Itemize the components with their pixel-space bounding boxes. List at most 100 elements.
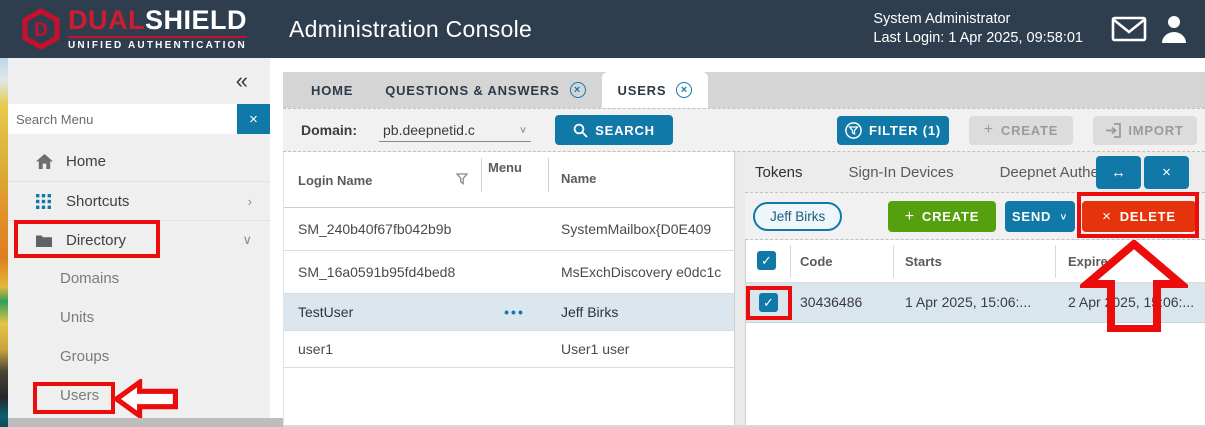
mail-icon[interactable] bbox=[1111, 16, 1147, 42]
search-button-label: SEARCH bbox=[595, 123, 655, 138]
tab-tokens[interactable]: Tokens bbox=[755, 164, 803, 181]
send-token-button[interactable]: SEND ∨ bbox=[1005, 201, 1075, 232]
folder-icon bbox=[36, 234, 54, 247]
tab-deepnet-authenticator[interactable]: Deepnet Authe bbox=[1000, 164, 1099, 181]
filter-icon bbox=[845, 122, 862, 139]
login-name-cell: TestUser bbox=[298, 304, 353, 320]
plus-icon: + bbox=[984, 121, 994, 139]
column-header-starts[interactable]: Starts bbox=[905, 254, 942, 269]
tab-home[interactable]: HOME bbox=[295, 72, 369, 108]
token-row-selected[interactable]: ✓ 30436486 1 Apr 2025, 15:06:... 2 Apr 2… bbox=[746, 283, 1205, 323]
brand-wordmark: DUALSHIELD bbox=[68, 7, 247, 34]
domain-label: Domain: bbox=[301, 122, 357, 138]
delete-x-icon: × bbox=[1102, 208, 1112, 225]
tab-label: HOME bbox=[311, 83, 353, 98]
brand-text: DUALSHIELD UNIFIED AUTHENTICATION bbox=[68, 7, 247, 51]
sidebar-item-label: Domains bbox=[60, 270, 119, 287]
close-panel-button[interactable]: × bbox=[1144, 156, 1189, 189]
chevron-down-icon: ∨ bbox=[242, 232, 252, 248]
column-filter-icon[interactable] bbox=[456, 173, 468, 186]
tokens-table-header: ✓ Code Starts Expires bbox=[746, 240, 1205, 283]
tokens-action-bar: Jeff Birks + CREATE SEND ∨ × DELETE bbox=[745, 192, 1205, 240]
import-button[interactable]: IMPORT bbox=[1093, 116, 1197, 145]
domain-value: pb.deepnetid.c bbox=[383, 122, 475, 138]
page-title: Administration Console bbox=[289, 16, 532, 43]
sidebar-item-domains[interactable]: Domains bbox=[8, 259, 270, 298]
column-header-expires[interactable]: Expires bbox=[1068, 254, 1115, 269]
brand-tagline: UNIFIED AUTHENTICATION bbox=[68, 36, 247, 51]
brand-dual: DUAL bbox=[68, 5, 145, 35]
name-cell: SystemMailbox{D0E409 bbox=[561, 221, 729, 237]
users-toolbar: Domain: pb.deepnetid.c ∨ SEARCH FI bbox=[283, 108, 1205, 152]
sidebar-item-home[interactable]: Home bbox=[8, 142, 270, 181]
expand-panel-button[interactable]: ↔ bbox=[1096, 156, 1141, 189]
sidebar-item-label: Users bbox=[60, 387, 99, 404]
dualshield-logo: D DUALSHIELD UNIFIED AUTHENTICATION bbox=[22, 7, 247, 51]
tab-sign-in-devices[interactable]: Sign-In Devices bbox=[849, 164, 954, 181]
brand-shield: SHIELD bbox=[145, 5, 247, 35]
search-button[interactable]: SEARCH bbox=[555, 115, 673, 145]
create-token-button[interactable]: + CREATE bbox=[888, 201, 996, 232]
chevron-right-icon: › bbox=[248, 194, 252, 209]
tab-close-icon[interactable]: × bbox=[676, 82, 692, 98]
token-code-cell: 30436486 bbox=[800, 294, 862, 310]
home-icon bbox=[36, 154, 54, 169]
tab-label: QUESTIONS & ANSWERS bbox=[385, 83, 559, 98]
panel-divider bbox=[735, 152, 745, 427]
row-menu-dots[interactable]: ••• bbox=[481, 304, 548, 320]
import-icon bbox=[1106, 123, 1121, 138]
chevron-down-icon: ∨ bbox=[1059, 211, 1068, 221]
sidebar-item-shortcuts[interactable]: Shortcuts › bbox=[8, 181, 270, 220]
user-row[interactable]: SM_240b40f67fb042b9b SystemMailbox{D0E40… bbox=[284, 208, 734, 251]
plus-icon: + bbox=[905, 208, 915, 226]
tokens-table: ✓ Code Starts Expires ✓ 30436486 1 Apr 2… bbox=[745, 240, 1205, 425]
user-row[interactable]: SM_16a0591b95fd4bed8 MsExchDiscovery e0d… bbox=[284, 251, 734, 294]
login-name-cell: user1 bbox=[298, 341, 333, 357]
user-account-icon[interactable] bbox=[1159, 14, 1189, 44]
sidebar-search-row: × bbox=[8, 104, 270, 134]
users-table: Login Name Menu Name SM_240b40f67fb042b9… bbox=[283, 152, 735, 425]
user-row-selected[interactable]: TestUser ••• Jeff Birks bbox=[284, 294, 734, 331]
filter-button[interactable]: FILTER (1) bbox=[837, 116, 949, 145]
grid-icon bbox=[36, 194, 54, 209]
column-header-menu: Menu bbox=[488, 160, 522, 175]
column-divider bbox=[481, 158, 482, 192]
import-button-label: IMPORT bbox=[1128, 123, 1183, 138]
column-header-name[interactable]: Name bbox=[561, 171, 596, 186]
name-cell: MsExchDiscovery e0dc1c bbox=[561, 264, 729, 280]
users-table-header: Login Name Menu Name bbox=[284, 152, 734, 208]
last-login: Last Login: 1 Apr 2025, 09:58:01 bbox=[873, 29, 1083, 48]
user-chip[interactable]: Jeff Birks bbox=[753, 202, 842, 231]
column-header-login-name[interactable]: Login Name bbox=[298, 173, 372, 188]
sidebar-item-users[interactable]: Users bbox=[8, 376, 270, 415]
tab-close-icon[interactable]: × bbox=[570, 82, 586, 98]
hexagon-logo-icon: D bbox=[22, 8, 60, 50]
sidebar-collapse-row: « bbox=[8, 58, 270, 104]
create-user-button[interactable]: + CREATE bbox=[969, 116, 1073, 145]
domain-dropdown[interactable]: pb.deepnetid.c ∨ bbox=[379, 119, 531, 142]
delete-token-label: DELETE bbox=[1120, 209, 1176, 224]
column-header-code[interactable]: Code bbox=[800, 254, 833, 269]
filter-button-label: FILTER (1) bbox=[869, 123, 941, 138]
sidebar-bottom-strip bbox=[8, 418, 283, 427]
main-content: HOME QUESTIONS & ANSWERS × USERS × Domai… bbox=[283, 58, 1205, 427]
sidebar-item-directory[interactable]: Directory ∨ bbox=[8, 220, 270, 259]
sidebar-item-groups[interactable]: Groups bbox=[8, 337, 270, 376]
detail-tab-bar: Tokens Sign-In Devices Deepnet Authe ↔ × bbox=[745, 152, 1205, 192]
token-starts-cell: 1 Apr 2025, 15:06:... bbox=[905, 294, 1031, 310]
tab-users[interactable]: USERS × bbox=[602, 72, 709, 108]
user-row[interactable]: user1 User1 user bbox=[284, 331, 734, 368]
select-all-checkbox[interactable]: ✓ bbox=[757, 251, 776, 270]
token-row-checkbox[interactable]: ✓ bbox=[759, 293, 778, 312]
user-chip-label: Jeff Birks bbox=[770, 209, 825, 224]
tab-questions-answers[interactable]: QUESTIONS & ANSWERS × bbox=[369, 72, 601, 108]
user-detail-panel: Tokens Sign-In Devices Deepnet Authe ↔ ×… bbox=[745, 152, 1205, 425]
search-menu-input[interactable] bbox=[8, 104, 237, 134]
collapse-sidebar-icon[interactable]: « bbox=[236, 68, 248, 94]
delete-token-button[interactable]: × DELETE bbox=[1082, 201, 1196, 232]
name-cell: User1 user bbox=[561, 341, 729, 357]
search-clear-button[interactable]: × bbox=[237, 104, 270, 134]
login-name-cell: SM_16a0591b95fd4bed8 bbox=[298, 264, 455, 280]
user-info: System Administrator Last Login: 1 Apr 2… bbox=[873, 10, 1083, 48]
sidebar-item-units[interactable]: Units bbox=[8, 298, 270, 337]
